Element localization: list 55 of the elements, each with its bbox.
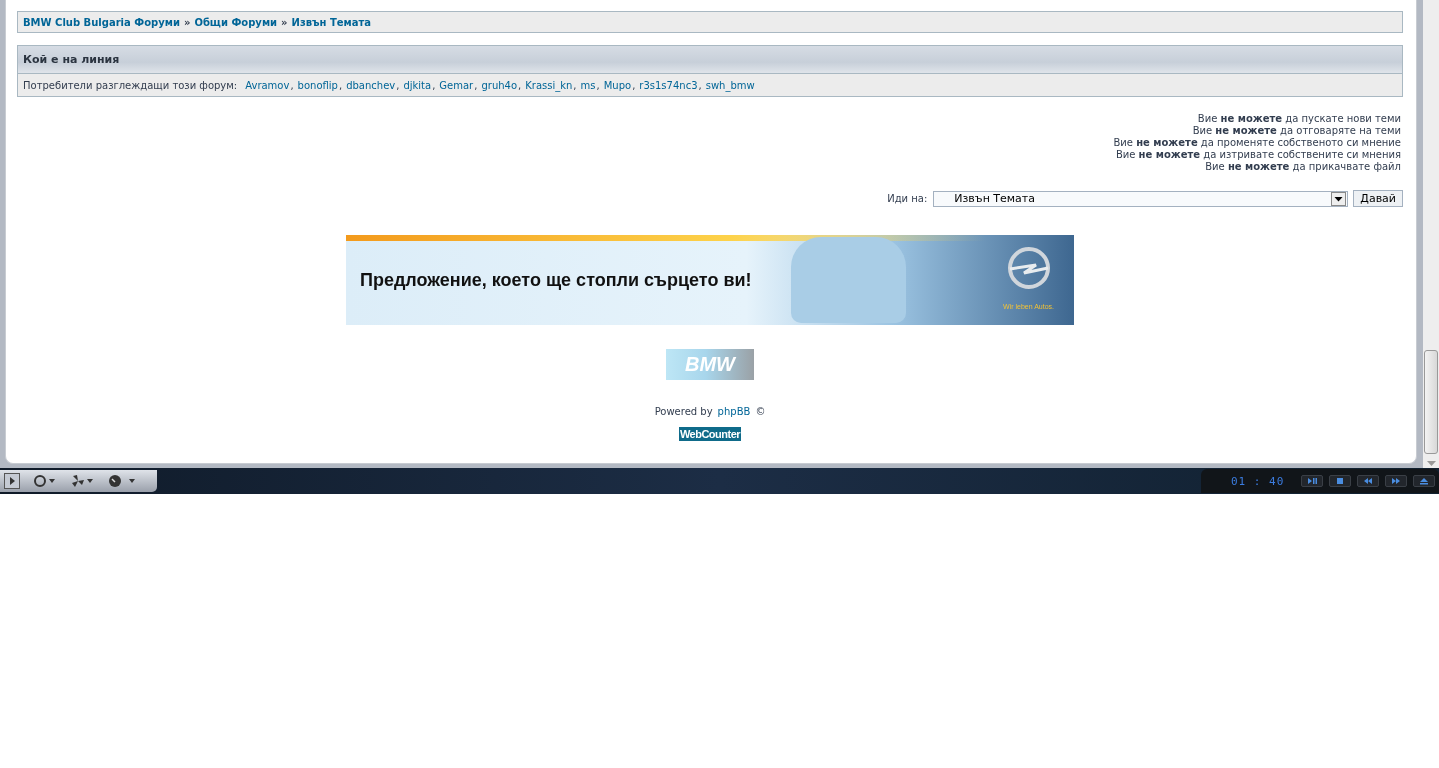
powered-by-text: Powered by	[654, 406, 713, 417]
comma: ,	[596, 79, 600, 91]
comma: ,	[290, 79, 294, 91]
comma: ,	[632, 79, 636, 91]
scrollbar[interactable]	[1423, 0, 1439, 468]
comma: ,	[698, 79, 702, 91]
username-link[interactable]: Gemar	[439, 79, 474, 91]
phpbb-link[interactable]: phpBB	[717, 406, 751, 417]
permission-text: Вие не можете да изтривате собствените си мнения	[1115, 149, 1401, 161]
breadcrumb-link[interactable]: BMW Club Bulgaria Форуми	[23, 16, 180, 28]
breadcrumb-separator: »	[281, 16, 288, 28]
comma: ,	[432, 79, 436, 91]
comma: ,	[338, 79, 343, 91]
username-link[interactable]: gruh4o	[481, 79, 518, 91]
fan-icon[interactable]	[70, 474, 96, 488]
username-link[interactable]: Mupo	[603, 79, 632, 91]
car-logo-icon	[1005, 245, 1052, 291]
permission-text: Вие не можете да отговаряте на теми	[1192, 125, 1401, 137]
playback-time: 01 : 40	[1231, 474, 1285, 488]
username-link[interactable]: djkita	[403, 79, 432, 91]
caret-icon	[1331, 191, 1347, 206]
play-icon[interactable]	[4, 473, 20, 489]
breadcrumb-link[interactable]: Извън Темата	[291, 16, 371, 28]
copyright-sign: ©	[755, 406, 766, 417]
comma: ,	[474, 79, 478, 91]
web-counter-badge[interactable]: WebCounter	[678, 427, 742, 441]
scrollbar-thumb[interactable]	[1424, 350, 1438, 454]
username-link[interactable]: dbanchev	[346, 79, 396, 91]
go-button[interactable]: Давай	[1353, 190, 1403, 207]
permission-text: Вие не можете да прикачвате файл	[1205, 161, 1401, 173]
comma: ,	[396, 79, 400, 91]
gauge-icon[interactable]	[108, 474, 138, 488]
eject-icon[interactable]	[1413, 475, 1435, 487]
username-link[interactable]: ms	[580, 79, 596, 91]
banner-headline: Предложение, което ще стопли сърцето ви!	[360, 269, 752, 291]
comma: ,	[573, 79, 577, 91]
breadcrumb-link[interactable]: Общи Форуми	[194, 16, 278, 28]
username-link[interactable]: Avramov	[245, 79, 290, 91]
username-link[interactable]: swh_bmw	[705, 79, 755, 91]
comma: ,	[518, 79, 522, 91]
jump-label: Иди на:	[887, 193, 928, 204]
permission-text: Вие не можете да променяте собственото си мнение	[1113, 137, 1401, 149]
forum-select[interactable]: Извън Темата	[933, 190, 1349, 207]
username-link[interactable]: Krassi_kn	[525, 79, 573, 91]
username-link[interactable]: r3s1s74nc3	[639, 79, 698, 91]
permission-text: Вие не можете да пускате нови теми	[1197, 113, 1401, 125]
stop-icon[interactable]	[1329, 475, 1351, 487]
play-pause-icon[interactable]	[1301, 475, 1323, 487]
scroll-down-icon[interactable]	[1427, 461, 1436, 466]
username-link[interactable]: bonoflip	[297, 79, 338, 91]
fast-forward-icon[interactable]	[1385, 475, 1407, 487]
section-title: Кой е на линия	[23, 53, 120, 66]
online-users-label: Потребители разглеждащи този форум:	[23, 79, 238, 91]
rewind-icon[interactable]	[1357, 475, 1379, 487]
breadcrumb-separator: »	[183, 16, 191, 28]
